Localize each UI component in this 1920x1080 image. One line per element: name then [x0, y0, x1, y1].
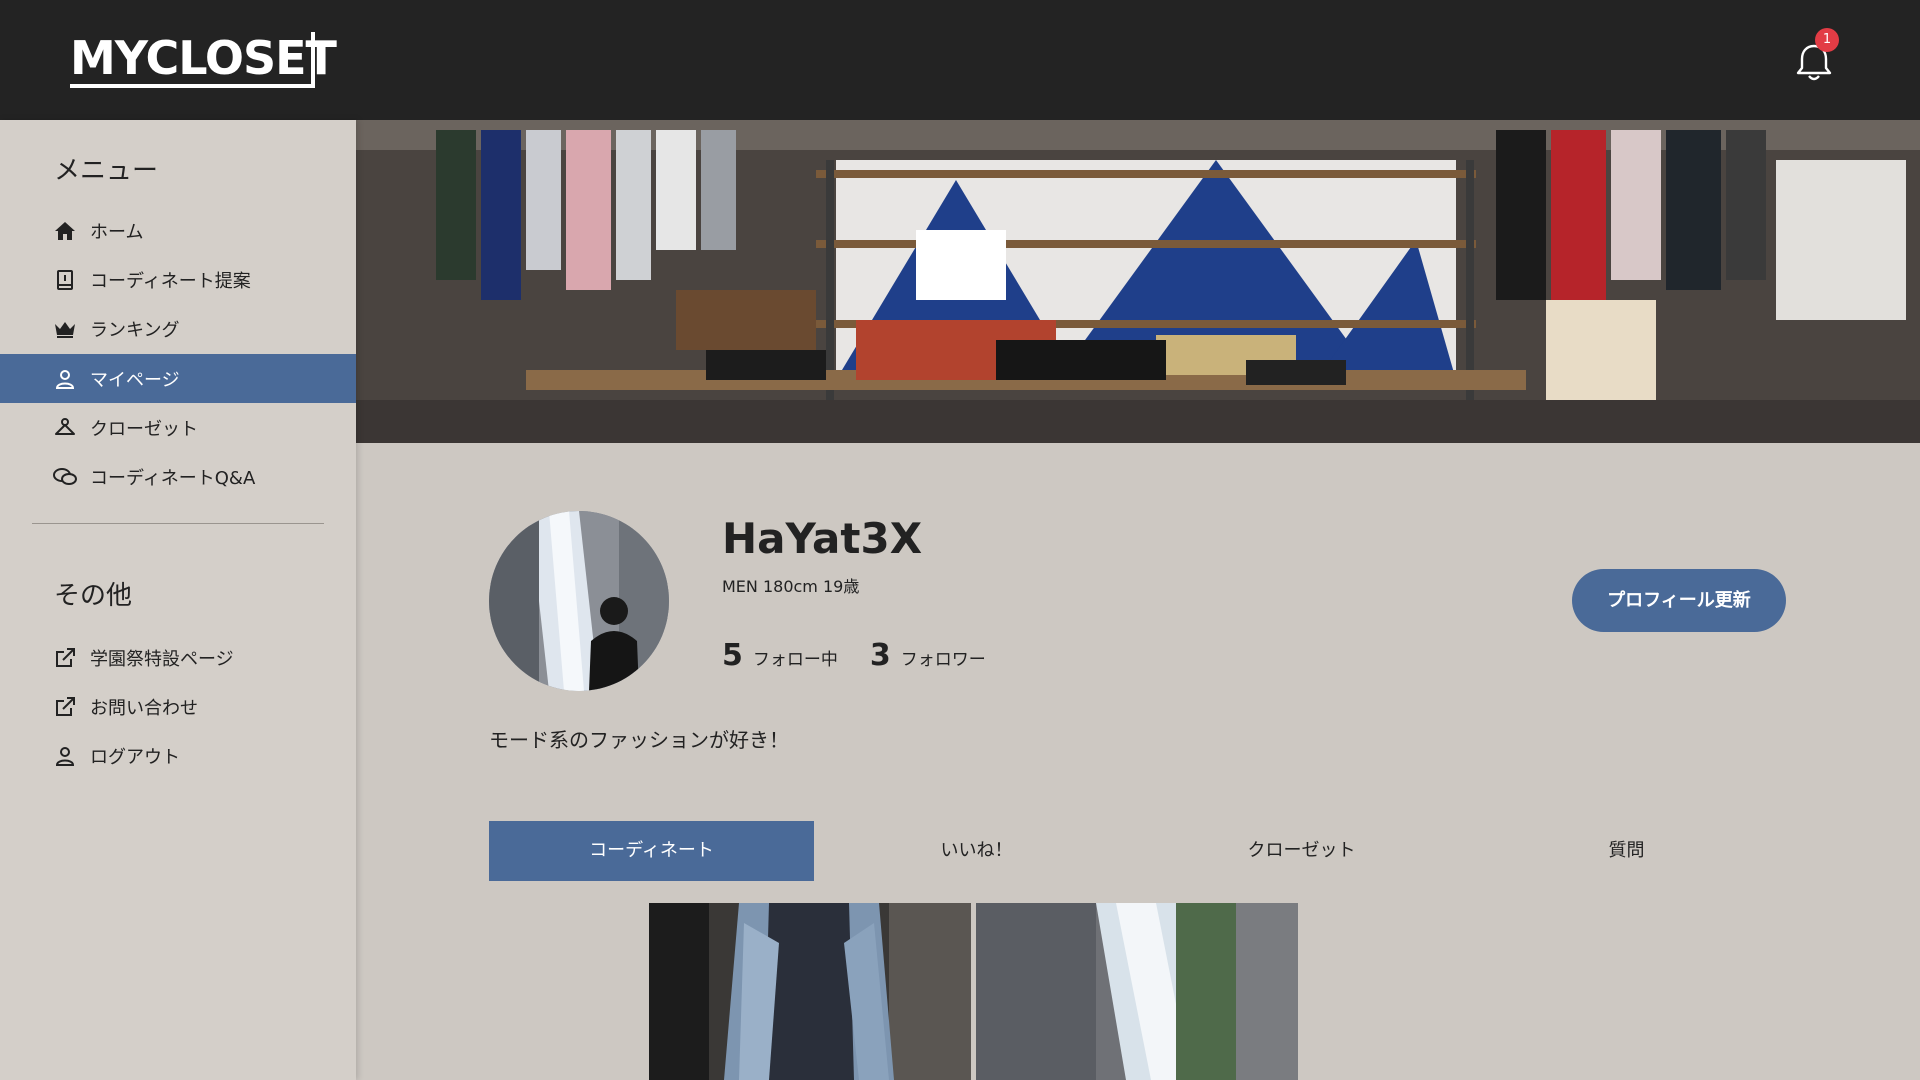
sidebar-item-label: お問い合わせ: [90, 697, 198, 719]
sidebar-item-ranking[interactable]: ランキング: [0, 304, 356, 353]
followers-label[interactable]: フォロワー: [901, 645, 986, 670]
logo-frame: [309, 32, 315, 88]
sidebar-item-label: コーディネートQ&A: [90, 467, 256, 489]
coordinate-thumbnail[interactable]: [649, 903, 971, 1080]
sidebar: メニュー ホーム コーディネート提案 ランキング マイページ クローゼット コー…: [0, 120, 356, 1080]
menu-heading: メニュー: [54, 156, 159, 186]
sidebar-item-contact[interactable]: お問い合わせ: [0, 682, 356, 731]
chat-icon: [52, 464, 78, 490]
user-icon: [52, 743, 78, 769]
cover-photo: [356, 120, 1920, 443]
following-count[interactable]: 5: [722, 638, 743, 673]
logo-text: MYCLOSET: [70, 31, 337, 85]
avatar: [489, 511, 669, 691]
crown-icon: [52, 316, 78, 342]
sidebar-item-logout[interactable]: ログアウト: [0, 731, 356, 780]
external-link-icon: [52, 694, 78, 720]
profile-username: HaYat3X: [722, 514, 923, 563]
sidebar-item-coordinate-suggest[interactable]: コーディネート提案: [0, 255, 356, 304]
following-label[interactable]: フォロー中: [753, 645, 838, 670]
coordinate-thumbnail[interactable]: [976, 903, 1298, 1080]
user-icon: [52, 366, 78, 392]
profile-bio: モード系のファッションが好き！: [489, 728, 789, 752]
update-profile-button[interactable]: プロフィール更新: [1572, 569, 1786, 632]
book-icon: [52, 267, 78, 293]
tab-coordinate[interactable]: コーディネート: [489, 821, 814, 881]
sidebar-item-mypage[interactable]: マイページ: [0, 354, 356, 403]
tab-closet[interactable]: クローゼット: [1139, 821, 1464, 881]
top-header: MYCLOSET 1: [0, 0, 1920, 120]
sidebar-item-label: マイページ: [90, 369, 180, 391]
sidebar-item-label: コーディネート提案: [90, 270, 251, 292]
sidebar-item-label: 学園祭特設ページ: [90, 648, 234, 670]
sidebar-item-label: ログアウト: [90, 746, 180, 768]
external-link-icon: [52, 645, 78, 671]
followers-count[interactable]: 3: [870, 638, 891, 673]
hanger-icon: [52, 415, 78, 441]
logo-underline: [70, 84, 315, 88]
sidebar-item-festival[interactable]: 学園祭特設ページ: [0, 633, 356, 682]
sidebar-item-label: ランキング: [90, 319, 180, 341]
sidebar-item-home[interactable]: ホーム: [0, 206, 356, 255]
follow-stats: 5 フォロー中 3 フォロワー: [722, 638, 1018, 673]
notification-badge: 1: [1815, 28, 1839, 52]
sidebar-item-closet[interactable]: クローゼット: [0, 403, 356, 452]
profile-subinfo: MEN 180cm 19歳: [722, 577, 860, 596]
logo[interactable]: MYCLOSET: [70, 30, 337, 90]
other-heading: その他: [54, 581, 133, 611]
home-icon: [52, 218, 78, 244]
tab-likes[interactable]: いいね！: [814, 821, 1139, 881]
sidebar-item-label: クローゼット: [90, 418, 198, 440]
sidebar-item-label: ホーム: [90, 221, 144, 243]
sidebar-divider: [32, 523, 324, 524]
sidebar-item-qa[interactable]: コーディネートQ&A: [0, 452, 356, 501]
tab-questions[interactable]: 質問: [1464, 821, 1789, 881]
